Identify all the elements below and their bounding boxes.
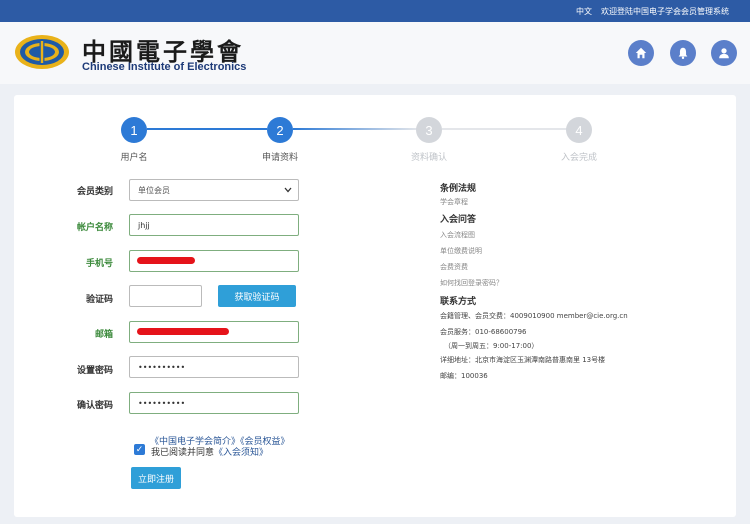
user-icon [719, 48, 729, 59]
step-line-1-2 [147, 128, 267, 130]
agree-text: 我已阅读并同意《入会须知》 [151, 445, 268, 458]
logo-emblem-icon [15, 35, 69, 69]
bell-icon [678, 47, 688, 60]
password-input[interactable]: •••••••••• [129, 356, 299, 378]
faq-link[interactable]: 单位缴费说明 [440, 246, 482, 256]
contact-title: 联系方式 [440, 297, 477, 307]
member-type-value: 单位会员 [138, 185, 170, 195]
chevron-down-icon [284, 187, 292, 193]
agree-checkbox[interactable]: ✓ [134, 444, 145, 455]
step-4-label: 入会完成 [560, 153, 597, 163]
home-button[interactable] [628, 40, 654, 66]
step-1-label: 用户名 [120, 153, 148, 163]
phone-redaction [137, 257, 195, 264]
contact-line: 会籍管理、会员交费：4009010900 member@cie.org.cn [440, 312, 628, 320]
contact-line: （周一到周五：9:00-17:00） [444, 342, 539, 350]
step-3-circle: 3 [416, 117, 442, 143]
email-label: 邮箱 [94, 330, 113, 340]
membership-notice-link[interactable]: 《入会须知》 [214, 448, 268, 458]
member-type-select[interactable]: 单位会员 [129, 179, 299, 201]
faq-link[interactable]: 入会流程图 [440, 230, 475, 240]
rules-link[interactable]: 学会章程 [440, 197, 468, 207]
register-button[interactable]: 立即注册 [131, 467, 181, 489]
top-bar: 中文 欢迎登陆中国电子学会会员管理系统 [0, 0, 750, 22]
faq-link[interactable]: 会费资费 [440, 262, 468, 272]
get-code-button[interactable]: 获取验证码 [218, 285, 296, 307]
step-1-circle: 1 [121, 117, 147, 143]
home-icon [635, 47, 647, 59]
password-label: 设置密码 [76, 366, 113, 376]
confirm-password-input[interactable]: •••••••••• [129, 392, 299, 414]
code-label: 验证码 [85, 295, 113, 305]
step-line-2-3 [293, 128, 418, 130]
check-icon: ✓ [135, 444, 144, 455]
welcome-text: 欢迎登陆中国电子学会会员管理系统 [601, 7, 729, 16]
header: 中國電子學會 Chinese Institute of Electronics [0, 22, 750, 84]
rules-title: 条例法规 [440, 184, 477, 194]
step-line-3-4 [442, 128, 568, 130]
faq-link[interactable]: 如何找回登录密码？ [440, 278, 503, 288]
contact-line: 详细地址：北京市海淀区玉渊潭南路普惠南里 13号楼 [440, 356, 606, 364]
account-input[interactable]: jhjj [129, 214, 299, 236]
member-type-label: 会员类别 [76, 187, 113, 197]
step-3-label: 资料确认 [410, 153, 447, 163]
email-redaction [137, 328, 229, 335]
account-label: 帐户名称 [76, 223, 113, 233]
phone-label: 手机号 [85, 259, 113, 269]
step-2-circle: 2 [267, 117, 293, 143]
confirm-password-label: 确认密码 [76, 401, 113, 411]
step-2-label: 申请资料 [261, 153, 298, 163]
contact-line: 邮编：100036 [440, 372, 488, 380]
language-link[interactable]: 中文 [576, 6, 592, 17]
agree-prefix: 我已阅读并同意 [151, 448, 215, 458]
step-4-circle: 4 [566, 117, 592, 143]
faq-title: 入会问答 [440, 215, 477, 225]
user-button[interactable] [711, 40, 737, 66]
code-input[interactable] [129, 285, 202, 307]
logo-english-text: Chinese Institute of Electronics [82, 61, 247, 73]
notification-button[interactable] [670, 40, 696, 66]
contact-line: 会员服务：010-68600796 [440, 328, 527, 336]
